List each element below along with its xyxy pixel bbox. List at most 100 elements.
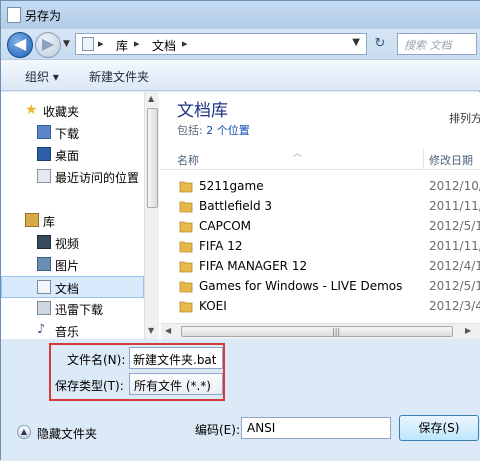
folder-icon bbox=[179, 221, 193, 233]
nav-item-libraries[interactable]: 库 bbox=[1, 210, 144, 232]
nav-item-label: 文档 bbox=[55, 282, 80, 296]
notepad-icon bbox=[7, 7, 21, 23]
nav-item-recent-places[interactable]: 最近访问的位置 bbox=[1, 166, 144, 188]
search-input[interactable]: 搜索 文档 bbox=[397, 33, 477, 55]
nav-pane-scrollbar[interactable]: ▲ ▼ bbox=[144, 92, 159, 339]
browser-area: ★ 收藏夹 下载 桌面 最近访问的位置 库 视频 图片 文档 迅雷下载 ♪ 音乐… bbox=[1, 92, 480, 339]
scroll-down-icon[interactable]: ▼ bbox=[148, 326, 154, 335]
includes-locations-link[interactable]: 2 个位置 bbox=[206, 124, 250, 137]
save-form: 文件名(N): 新建文件夹.bat 保存类型(T): 所有文件 (*.*) ▲ … bbox=[1, 339, 480, 461]
folder-icon bbox=[179, 201, 193, 213]
table-row[interactable]: 5211game 2012/10/ bbox=[161, 176, 480, 196]
nav-item-videos[interactable]: 视频 bbox=[1, 232, 144, 254]
document-library-icon bbox=[37, 280, 51, 294]
address-bar-row: ◀ ▶ ▼ ▸ 库 ▸ 文档 ▸ ▼ ↻ 搜索 文档 bbox=[1, 29, 480, 59]
nav-item-label: 库 bbox=[43, 215, 56, 229]
nav-item-pictures[interactable]: 图片 bbox=[1, 254, 144, 276]
file-date: 2012/5/1 bbox=[429, 279, 480, 293]
command-bar: 组织 ▾ 新建文件夹 bbox=[1, 59, 480, 91]
nav-item-desktop[interactable]: 桌面 bbox=[1, 144, 144, 166]
window-title: 另存为 bbox=[25, 9, 62, 23]
folder-icon bbox=[179, 241, 193, 253]
new-folder-button[interactable]: 新建文件夹 bbox=[89, 68, 149, 85]
table-row[interactable]: FIFA MANAGER 12 2012/4/1 bbox=[161, 256, 480, 276]
folder-icon bbox=[179, 281, 193, 293]
table-row[interactable]: Games for Windows - LIVE Demos 2012/5/1 bbox=[161, 276, 480, 296]
folder-icon bbox=[179, 301, 193, 313]
save-as-dialog: 另存为 ◀ ▶ ▼ ▸ 库 ▸ 文档 ▸ ▼ ↻ 搜索 文档 组织 ▾ 新建文件… bbox=[0, 0, 480, 461]
title-bar: 另存为 bbox=[1, 1, 480, 29]
nav-item-thunder-downloads[interactable]: 迅雷下载 bbox=[1, 298, 144, 320]
nav-item-documents[interactable]: 文档 bbox=[1, 276, 144, 298]
nav-item-label: 视频 bbox=[55, 237, 80, 251]
history-dropdown-icon[interactable]: ▼ bbox=[63, 39, 70, 49]
file-name: Battlefield 3 bbox=[199, 199, 273, 213]
column-header-name[interactable]: 名称 bbox=[177, 152, 199, 168]
file-date: 2012/5/1 bbox=[429, 219, 480, 233]
sort-ascending-icon: ︿ bbox=[293, 149, 303, 159]
file-name: 5211game bbox=[199, 179, 264, 193]
file-name: KOEI bbox=[199, 299, 227, 313]
picture-library-icon bbox=[37, 257, 51, 271]
scrollbar-thumb[interactable]: ||| bbox=[181, 326, 453, 337]
includes-label: 包括: bbox=[177, 124, 203, 137]
file-date: 2012/10/ bbox=[429, 179, 480, 193]
desktop-icon bbox=[37, 147, 51, 161]
nav-item-label: 最近访问的位置 bbox=[55, 171, 140, 185]
save-button[interactable]: 保存(S) bbox=[399, 415, 479, 441]
file-name: CAPCOM bbox=[199, 219, 252, 233]
scroll-up-icon[interactable]: ▲ bbox=[148, 94, 154, 103]
file-date: 2011/11/ bbox=[429, 239, 480, 253]
table-row[interactable]: CAPCOM 2012/5/1 bbox=[161, 216, 480, 236]
scroll-right-icon[interactable]: ▶ bbox=[465, 326, 471, 335]
filename-label: 文件名(N): bbox=[67, 353, 126, 367]
file-date: 2012/3/4 bbox=[429, 299, 480, 313]
nav-item-label: 收藏夹 bbox=[43, 105, 80, 119]
column-divider[interactable] bbox=[423, 148, 424, 170]
back-button[interactable]: ◀ bbox=[7, 32, 33, 58]
nav-item-label: 音乐 bbox=[55, 325, 80, 339]
column-header-row: ︿ 名称 修改日期 bbox=[161, 148, 480, 170]
breadcrumb-separator[interactable]: ▸ bbox=[134, 37, 140, 50]
nav-item-downloads[interactable]: 下载 bbox=[1, 122, 144, 144]
scrollbar-thumb[interactable] bbox=[147, 108, 158, 208]
organize-button[interactable]: 组织 ▾ bbox=[25, 68, 59, 85]
folder-icon bbox=[179, 181, 193, 193]
nav-item-label: 桌面 bbox=[55, 149, 80, 163]
collapse-arrow-icon[interactable]: ▲ bbox=[17, 425, 31, 439]
star-icon: ★ bbox=[25, 102, 38, 118]
nav-item-favorites[interactable]: ★ 收藏夹 bbox=[1, 100, 144, 122]
video-library-icon bbox=[37, 235, 51, 249]
breadcrumb-library[interactable]: 库 bbox=[116, 37, 128, 54]
table-row[interactable]: FIFA 12 2011/11/ bbox=[161, 236, 480, 256]
file-name: FIFA MANAGER 12 bbox=[199, 259, 308, 273]
table-row[interactable]: Battlefield 3 2011/11/ bbox=[161, 196, 480, 216]
library-title: 文档库 bbox=[177, 101, 228, 121]
breadcrumb-separator[interactable]: ▸ bbox=[98, 37, 104, 50]
address-dropdown-icon[interactable]: ▼ bbox=[352, 37, 360, 48]
hide-folders-button[interactable]: 隐藏文件夹 bbox=[37, 425, 97, 442]
nav-item-music[interactable]: ♪ 音乐 bbox=[1, 320, 144, 340]
filetype-select[interactable]: 所有文件 (*.*) bbox=[129, 373, 223, 395]
breadcrumb-documents[interactable]: 文档 bbox=[152, 37, 176, 54]
file-name: FIFA 12 bbox=[199, 239, 243, 253]
forward-button[interactable]: ▶ bbox=[35, 32, 61, 58]
grip-icon: ||| bbox=[332, 327, 341, 336]
file-list-pane: 文档库 包括: 2 个位置 排列方 ︿ 名称 修改日期 5211game 201… bbox=[161, 92, 480, 339]
horizontal-scrollbar[interactable]: ◀ ||| ▶ bbox=[161, 323, 480, 339]
breadcrumb-separator[interactable]: ▸ bbox=[182, 37, 188, 50]
library-icon bbox=[25, 213, 39, 227]
address-bar[interactable]: ▸ 库 ▸ 文档 ▸ ▼ bbox=[75, 33, 367, 55]
navigation-pane: ★ 收藏夹 下载 桌面 最近访问的位置 库 视频 图片 文档 迅雷下载 ♪ 音乐… bbox=[1, 92, 159, 339]
table-row[interactable]: KOEI 2012/3/4 bbox=[161, 296, 480, 316]
file-name: Games for Windows - LIVE Demos bbox=[199, 279, 403, 293]
refresh-icon[interactable]: ↻ bbox=[369, 35, 391, 55]
folder-icon bbox=[179, 261, 193, 273]
encoding-select[interactable]: ANSI bbox=[241, 417, 391, 439]
arrange-by-dropdown[interactable]: 排列方 bbox=[449, 110, 480, 126]
scroll-left-icon[interactable]: ◀ bbox=[165, 326, 171, 335]
filename-input[interactable]: 新建文件夹.bat bbox=[129, 347, 223, 369]
library-icon bbox=[82, 37, 94, 51]
nav-item-label: 迅雷下载 bbox=[55, 303, 104, 317]
column-header-date[interactable]: 修改日期 bbox=[429, 152, 473, 168]
